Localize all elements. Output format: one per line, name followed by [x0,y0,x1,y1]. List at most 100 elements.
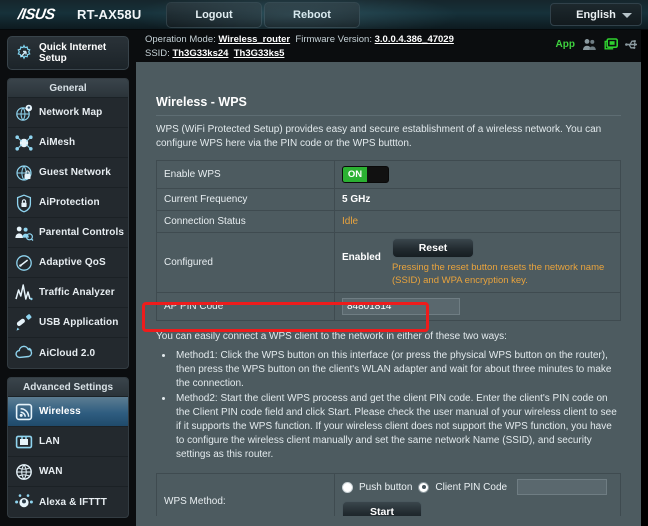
language-label: English [576,8,616,21]
status-info-strip: Operation Mode: Wireless_router Firmware… [136,30,648,62]
push-button-radio[interactable] [342,481,353,493]
reset-button[interactable]: Reset [392,238,474,258]
client-pin-input[interactable] [517,479,608,495]
wan-globe-icon [16,463,32,480]
configured-value: Enabled [342,252,381,263]
quick-internet-setup-label: Quick Internet Setup [39,42,107,64]
alexa-ifttt-icon [15,494,33,508]
wps-method-cell: Push button Client PIN Code Start [334,473,621,516]
sidebar-item-parental-controls[interactable]: Parental Controls [8,218,128,248]
table-row-current-frequency: Current Frequency 5 GHz [156,188,621,211]
ap-pin-code-input[interactable] [342,298,460,315]
client-pin-radio[interactable] [418,481,430,493]
sidebar-item-label: Guest Network [39,167,111,178]
ap-pin-code-cell [334,292,621,321]
panel-intro-text: WPS (WiFi Protected Setup) provides easy… [156,124,602,149]
enable-wps-toggle-state: ON [343,167,367,182]
reboot-button[interactable]: Reboot [264,2,360,28]
sidebar-item-alexa-ifttt[interactable]: Alexa & IFTTT [8,487,128,517]
language-selector[interactable]: English [550,3,642,26]
firmware-key: Firmware Version: [295,34,372,45]
list-item: Method1: Click the WPS button on this in… [174,349,621,391]
traffic-analyzer-icon [15,283,33,300]
ssid-key: SSID: [145,48,170,59]
wps-panel: Wireless - WPS WPS (WiFi Protected Setup… [146,86,631,516]
start-button[interactable]: Start [342,501,422,516]
guest-network-icon [16,164,32,181]
sidebar-item-label: AiMesh [39,137,76,148]
asus-logo: /ISUS [16,6,56,23]
ssid-value-24[interactable]: Th3G33ks24 [172,48,228,59]
gauge-icon [16,254,32,271]
configured-cell: Enabled Reset Pressing the reset button … [334,232,621,293]
sidebar-item-label: AiCloud 2.0 [39,347,96,359]
top-bar: /ISUS RT-AX58U Logout Reboot English [0,0,648,30]
sidebar-item-adaptive-qos[interactable]: Adaptive QoS [8,248,128,278]
operation-mode-value[interactable]: Wireless_router [218,34,290,45]
ssid-value-5[interactable]: Th3G33ks5 [234,48,285,59]
router-admin-window: /ISUS RT-AX58U Logout Reboot English Ope… [0,0,648,526]
current-frequency-value: 5 GHz [342,194,371,205]
sidebar-item-usb-application[interactable]: USB Application [8,308,128,338]
sidebar-item-aiprotection[interactable]: AiProtection [8,188,128,218]
sidebar-item-aimesh[interactable]: AiMesh [8,128,128,158]
table-row-ap-pin-code: AP PIN Code [156,292,621,321]
client-pin-label: Client PIN Code [435,481,508,493]
table-row-enable-wps: Enable WPS ON [156,160,621,189]
scrollbar-track[interactable] [641,30,648,526]
sidebar-group-general-title: General [8,79,128,98]
sidebar-item-label: Adaptive QoS [39,257,106,268]
usb-application-icon [16,313,32,331]
lan-icon [15,435,33,448]
sidebar-item-guest-network[interactable]: Guest Network [8,158,128,188]
sidebar-general-items: Network Map AiMesh Guest Network AiProtecti… [8,98,128,368]
connected-devices-icon[interactable] [604,38,618,51]
connection-status-label: Connection Status [156,210,335,233]
sidebar-item-label: LAN [39,436,60,447]
wps-method-table: WPS Method: Push button Client PIN Code … [156,473,621,516]
ap-pin-code-label: AP PIN Code [156,292,335,321]
table-row-connection-status: Connection Status Idle [156,210,621,233]
app-link[interactable]: App [556,39,575,50]
reset-warning-text: Pressing the reset button resets the net… [392,262,605,286]
table-row-configured: Configured Enabled Reset Pressing the re… [156,232,621,293]
usb-icon[interactable] [625,39,640,50]
enable-wps-cell: ON [334,160,621,189]
enable-wps-toggle[interactable]: ON [342,166,389,183]
sidebar-item-wan[interactable]: WAN [8,457,128,487]
toggle-knob [366,167,388,182]
sidebar-item-network-map[interactable]: Network Map [8,98,128,128]
title-divider [156,115,621,116]
clients-users-icon[interactable] [582,38,597,51]
sidebar-item-quick-internet-setup[interactable]: Quick Internet Setup [7,36,129,70]
methods-intro: You can easily connect a WPS client to t… [156,331,507,342]
sidebar-item-wireless[interactable]: Wireless [8,397,128,427]
logout-button[interactable]: Logout [166,2,262,28]
sidebar-item-aicloud-2-0[interactable]: AiCloud 2.0 [8,338,128,368]
firmware-value[interactable]: 3.0.0.4.386_47029 [375,34,454,45]
sidebar-item-label: Parental Controls [39,227,125,238]
wps-methods-section: You can easily connect a WPS client to t… [156,330,621,462]
sidebar-item-label: AiProtection [39,197,100,208]
table-row-wps-method: WPS Method: Push button Client PIN Code … [156,473,621,516]
configured-label: Configured [156,232,335,293]
network-map-icon [16,104,33,121]
sidebar: Quick Internet Setup General Network Map… [0,30,136,526]
wps-settings-table: Enable WPS ON Current Frequency 5 GHz Co… [156,160,621,321]
wps-method-radio-group: Push button Client PIN Code [342,479,613,495]
sidebar-item-lan[interactable]: LAN [8,427,128,457]
sidebar-group-advanced-title: Advanced Settings [8,378,128,397]
sidebar-advanced-items: Wireless LAN WAN Alexa & IFTTT [8,397,128,517]
push-button-label: Push button [359,481,413,493]
aimesh-icon [15,134,33,151]
wireless-icon [15,403,33,420]
list-item: Method2: Start the client WPS process an… [174,392,621,462]
shield-lock-icon [16,194,32,212]
sidebar-group-advanced: Advanced Settings Wireless LAN WAN Alexa & … [7,377,129,518]
sidebar-item-label: Traffic Analyzer [39,287,115,298]
cloud-icon [15,345,33,359]
sidebar-item-label: USB Application [39,317,119,328]
sidebar-item-traffic-analyzer[interactable]: Traffic Analyzer [8,278,128,308]
current-frequency-cell: 5 GHz [334,188,621,211]
parental-controls-icon [15,226,34,241]
